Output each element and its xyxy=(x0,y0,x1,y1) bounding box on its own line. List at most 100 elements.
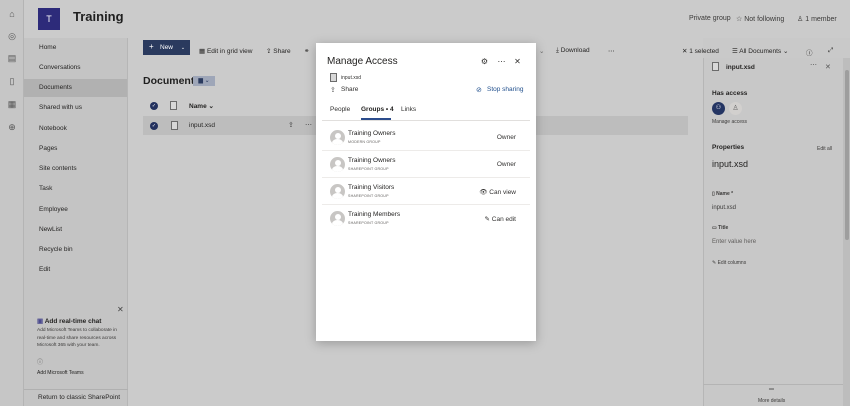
name-field-label: ▯ Name * xyxy=(712,191,734,197)
star-icon: ☆ xyxy=(736,16,743,23)
group-role[interactable]: Owner xyxy=(497,161,516,168)
news-icon[interactable]: ▤ xyxy=(6,52,18,64)
info-icon: ⓘ xyxy=(37,360,44,366)
edit-all-link[interactable]: Edit all xyxy=(817,146,832,152)
group-name: Training Visitors xyxy=(348,184,395,191)
list-item[interactable]: Training Members SHAREPOINT GROUP ✎ Can … xyxy=(322,205,530,232)
nav-item-pages[interactable]: Pages xyxy=(39,145,57,152)
files-icon[interactable]: ▯ xyxy=(6,75,18,87)
close-chat-card-icon[interactable]: ✕ xyxy=(117,305,124,314)
settings-icon[interactable]: ⚙ xyxy=(480,57,489,66)
name-field-value[interactable]: input.xsd xyxy=(712,205,736,211)
pane-close-icon[interactable]: ✕ xyxy=(825,63,831,71)
row-more-icon[interactable]: ⋯ xyxy=(305,121,312,129)
more-chevron-icon[interactable]: ⌄ xyxy=(539,47,544,55)
create-icon[interactable]: ⊕ xyxy=(6,121,18,133)
list-item[interactable]: Training Owners MODERN GROUP Owner xyxy=(322,124,530,151)
nav-item-documents[interactable]: Documents xyxy=(39,84,72,91)
nav-item-site-contents[interactable]: Site contents xyxy=(39,165,77,172)
info-pane-icon[interactable]: ⓘ xyxy=(806,47,813,57)
group-role[interactable]: ✎ Can edit xyxy=(485,215,516,223)
dialog-file-icon xyxy=(330,73,337,82)
list-item[interactable]: Training Visitors SHAREPOINT GROUP 👁 Can… xyxy=(322,178,530,205)
selected-count[interactable]: ✕ 1 selected xyxy=(682,47,719,55)
share-button[interactable]: ⇪ Share xyxy=(266,47,291,55)
copy-link-icon[interactable]: ⚭ xyxy=(304,47,309,55)
add-teams-link[interactable]: Add Microsoft Teams xyxy=(37,370,84,376)
nav-item-recycle-bin[interactable]: Recycle bin xyxy=(39,246,73,253)
members-button[interactable]: ♙ 1 member xyxy=(797,15,837,23)
group-role[interactable]: 👁 Can view xyxy=(479,188,516,196)
text-field-icon: ▯ xyxy=(712,191,715,197)
dialog-close-icon[interactable]: ✕ xyxy=(513,57,522,66)
access-avatar-icon[interactable]: ⚇ xyxy=(712,102,725,115)
more-actions-icon[interactable]: ⋯ xyxy=(608,47,615,55)
text-field-icon: ▭ xyxy=(712,225,717,231)
pane-title-value: input.xsd xyxy=(712,159,749,169)
home-icon[interactable]: ⌂ xyxy=(6,8,18,20)
chat-card-title: ▣ Add real-time chat xyxy=(37,318,102,325)
site-nav: Home Conversations Documents Shared with… xyxy=(24,38,128,406)
edit-grid-button[interactable]: ▦ Edit in grid view xyxy=(199,47,253,55)
tab-links[interactable]: Links xyxy=(401,106,416,113)
expand-icon[interactable]: ⤢ xyxy=(828,47,833,55)
nav-item-conversations[interactable]: Conversations xyxy=(39,64,81,71)
lists-icon[interactable]: ▦ xyxy=(6,98,18,110)
select-all-checkbox[interactable]: ✓ xyxy=(150,102,158,110)
site-logo[interactable]: T xyxy=(38,8,60,30)
column-header-name[interactable]: Name ⌄ xyxy=(189,102,214,110)
group-type: MODERN GROUP xyxy=(348,140,381,144)
nav-item-employee[interactable]: Employee xyxy=(39,206,68,213)
chevron-down-icon: ⌄ xyxy=(208,103,214,110)
library-title: Documents xyxy=(143,75,201,87)
download-button[interactable]: ⤓ Download xyxy=(556,47,590,55)
nav-item-edit[interactable]: Edit xyxy=(39,266,50,273)
share-icon: ⇪ xyxy=(266,48,272,55)
nav-item-home[interactable]: Home xyxy=(39,44,56,51)
stop-sharing-link[interactable]: Stop sharing xyxy=(487,86,524,93)
row-share-icon[interactable]: ⇪ xyxy=(288,121,294,129)
group-type: SHAREPOINT GROUP xyxy=(348,194,389,198)
download-icon: ⤓ xyxy=(556,47,559,54)
file-name[interactable]: input.xsd xyxy=(189,122,215,129)
pane-scrollbar-thumb[interactable] xyxy=(845,70,849,240)
site-title[interactable]: Training xyxy=(73,9,124,24)
dialog-more-icon[interactable]: ⋯ xyxy=(497,57,506,66)
nav-item-task[interactable]: Task xyxy=(39,185,52,192)
follow-button[interactable]: ☆ Not following xyxy=(736,15,784,23)
pane-more-icon[interactable]: ⋯ xyxy=(810,61,817,69)
dialog-title: Manage Access xyxy=(327,56,398,67)
chat-card-description: Add Microsoft Teams to collaborate in re… xyxy=(37,328,117,348)
pane-file-icon xyxy=(712,62,719,71)
privacy-label: Private group xyxy=(689,15,731,22)
edit-columns-link[interactable]: ✎ Edit columns xyxy=(712,260,746,266)
file-icon xyxy=(171,121,178,130)
stop-sharing-icon: ⊘ xyxy=(476,87,482,94)
manage-access-link[interactable]: Manage access xyxy=(712,119,747,125)
has-access-heading: Has access xyxy=(712,90,748,97)
teams-icon: ▣ xyxy=(37,318,44,325)
view-switcher[interactable]: ☰ All Documents ⌄ xyxy=(732,47,788,55)
group-avatar-icon xyxy=(330,184,345,199)
title-field-input[interactable]: Enter value here xyxy=(712,239,756,245)
list-item[interactable]: Training Owners SHAREPOINT GROUP Owner xyxy=(322,151,530,178)
drag-handle-icon[interactable]: ═ xyxy=(769,386,774,393)
access-person-icon[interactable]: ♙ xyxy=(729,102,742,115)
tab-groups[interactable]: Groups • 4 xyxy=(361,106,394,113)
chevron-down-icon: ⌄ xyxy=(180,45,186,51)
group-role[interactable]: Owner xyxy=(497,134,516,141)
properties-heading: Properties xyxy=(712,144,745,151)
nav-item-newlist[interactable]: NewList xyxy=(39,226,62,233)
dialog-file-name: input.xsd xyxy=(341,75,362,81)
library-view-dropdown[interactable]: ▆ ⌄ xyxy=(193,76,215,86)
nav-item-notebook[interactable]: Notebook xyxy=(39,125,67,132)
more-details-link[interactable]: More details xyxy=(758,398,785,404)
nav-item-shared[interactable]: Shared with us xyxy=(39,104,82,111)
tab-people[interactable]: People xyxy=(330,106,350,113)
return-classic-link[interactable]: Return to classic SharePoint xyxy=(38,394,120,401)
row-checkbox[interactable]: ✓ xyxy=(150,122,158,130)
group-name: Training Owners xyxy=(348,130,396,137)
globe-icon[interactable]: ◎ xyxy=(6,30,18,42)
dialog-share-link[interactable]: Share xyxy=(341,86,358,93)
group-name: Training Members xyxy=(348,211,401,218)
